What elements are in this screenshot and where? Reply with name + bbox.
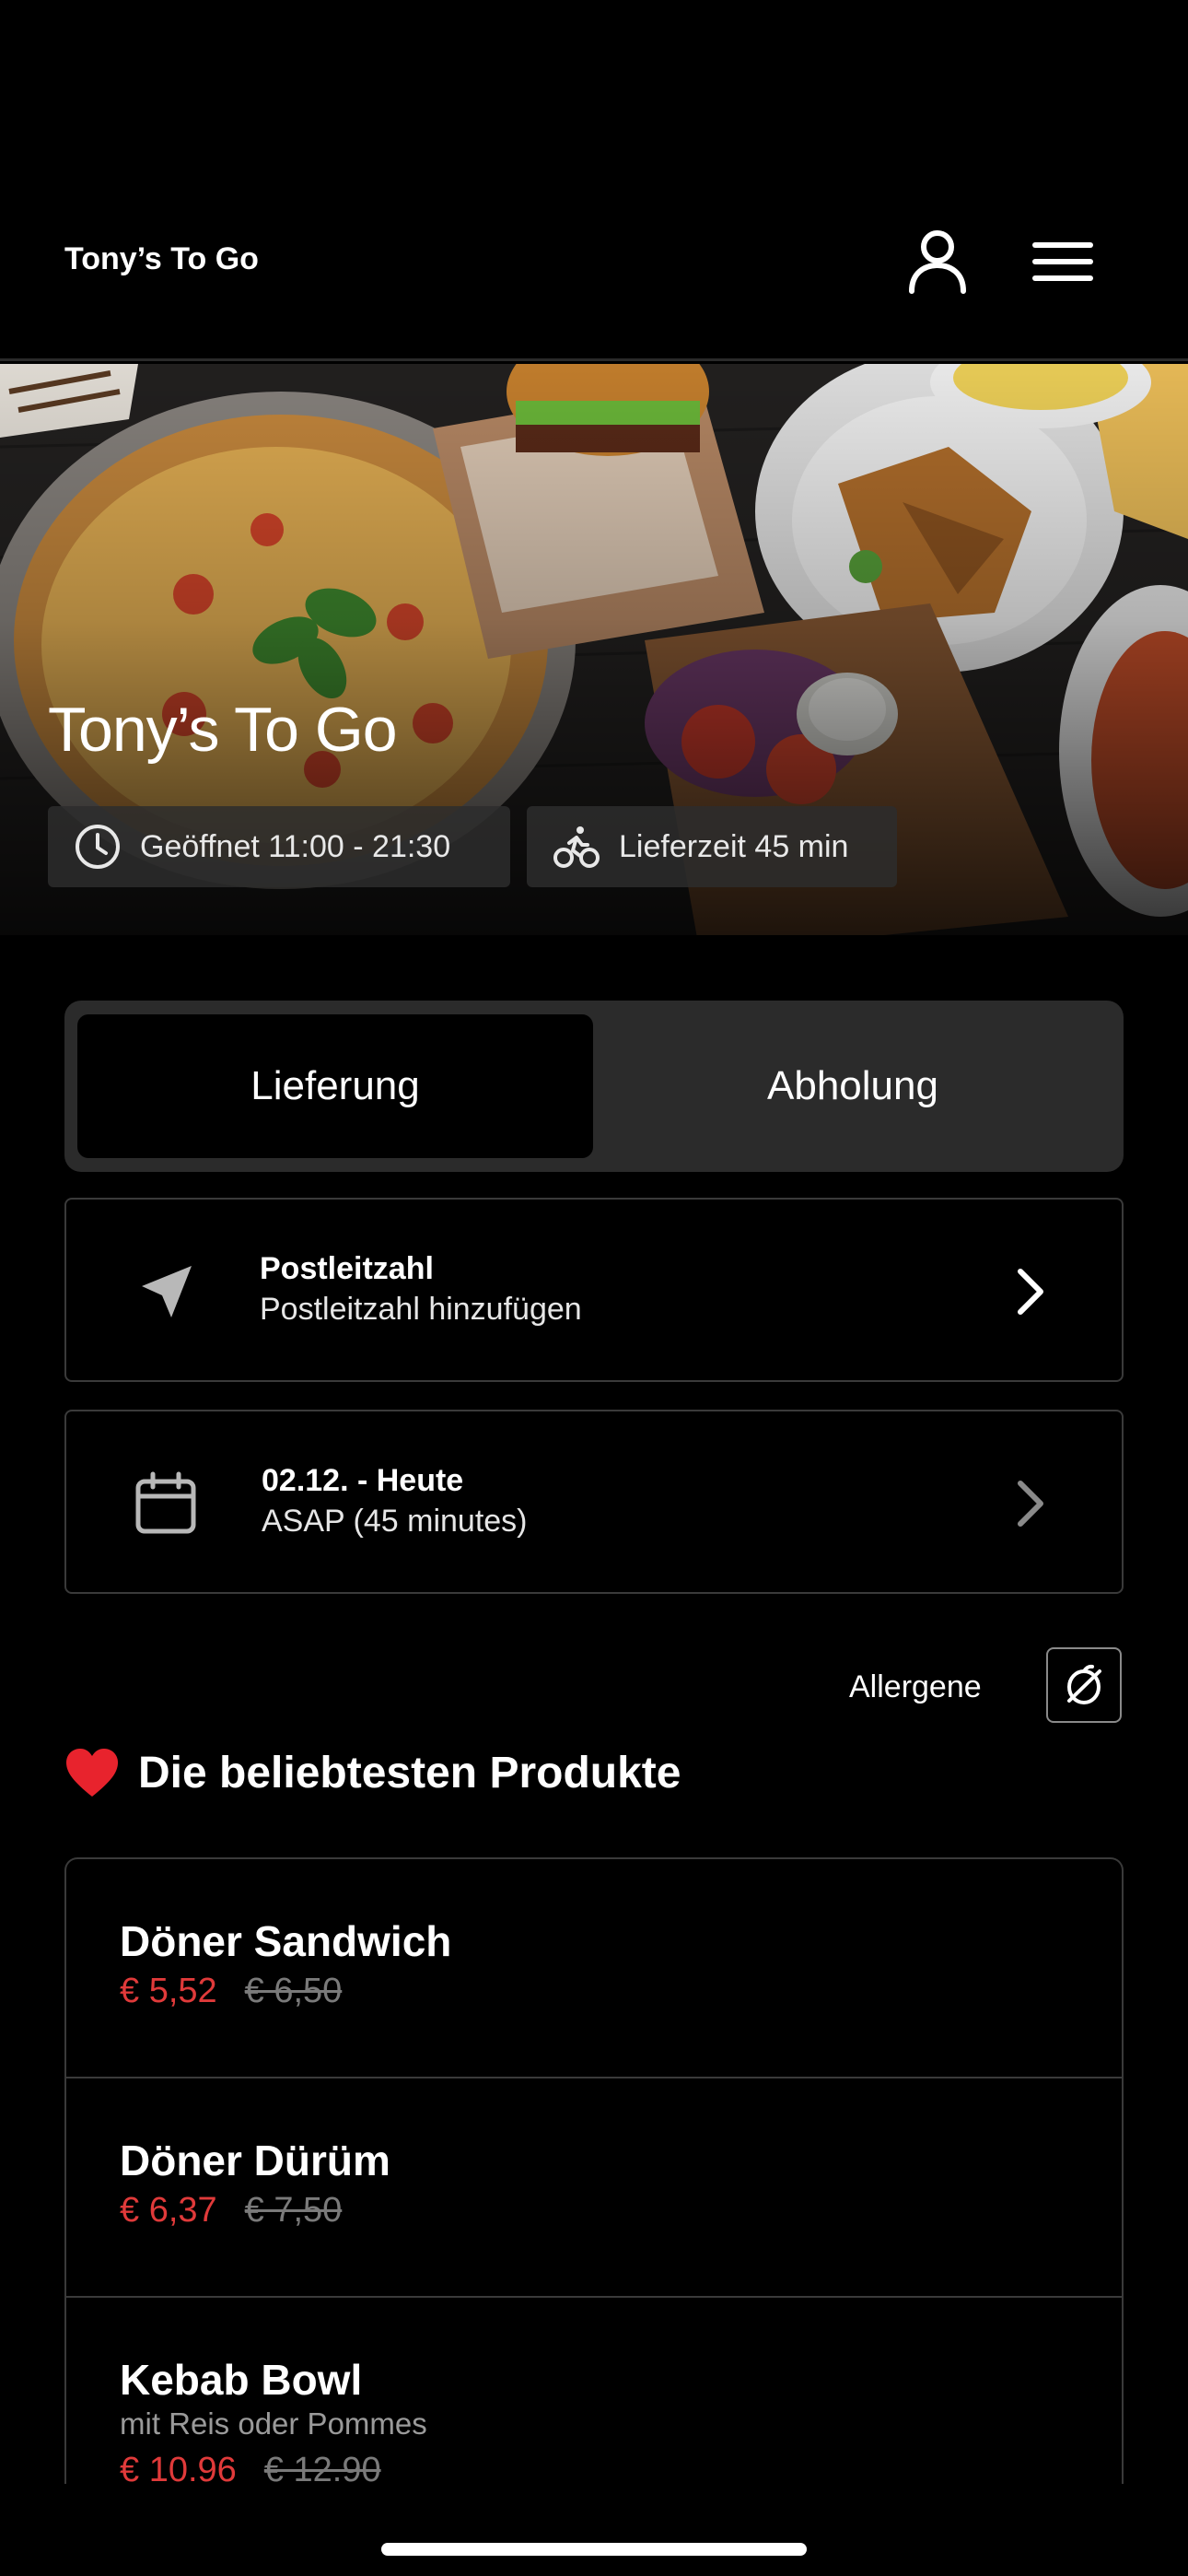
product-price: € 6,37 [120, 2191, 217, 2230]
delivery-time-selector[interactable]: 02.12. - Heute ASAP (45 minutes) [64, 1410, 1124, 1594]
home-indicator [381, 2543, 807, 2556]
product-price: € 5,52 [120, 1972, 217, 2010]
delivery-time-text: Lieferzeit 45 min [619, 828, 849, 864]
chevron-right-icon [1018, 1269, 1043, 1315]
app-header: Tony’s To Go [0, 0, 1188, 361]
tab-delivery[interactable]: Lieferung [77, 1014, 593, 1158]
tab-pickup[interactable]: Abholung [595, 1014, 1111, 1158]
opening-hours-text: Geöffnet 11:00 - 21:30 [140, 828, 451, 864]
opening-hours-badge: Geöffnet 11:00 - 21:30 [48, 806, 510, 887]
product-prices: € 6,37 € 7,50 [120, 2191, 342, 2231]
brand-name: Tony’s To Go [64, 241, 259, 276]
product-prices: € 5,52 € 6,50 [120, 1972, 342, 2011]
location-arrow-icon [142, 1266, 192, 1317]
product-item[interactable]: Kebab Bowl mit Reis oder Pommes € 10.96 €… [66, 2298, 1122, 2484]
order-mode-toggle: Lieferung Abholung [64, 1001, 1124, 1172]
postal-code-subtitle: Postleitzahl hinzufügen [260, 1292, 582, 1327]
product-name: Kebab Bowl [120, 2356, 363, 2404]
date-subtitle: ASAP (45 minutes) [262, 1504, 528, 1539]
postal-code-title: Postleitzahl [260, 1251, 434, 1286]
product-item[interactable]: Döner Dürüm € 6,37 € 7,50 [66, 2078, 1122, 2298]
allergens-button[interactable] [1046, 1647, 1122, 1723]
product-description: mit Reis oder Pommes [120, 2406, 427, 2441]
heart-icon [66, 1749, 118, 1797]
delivery-time-badge: Lieferzeit 45 min [527, 806, 897, 887]
product-prices: € 10.96 € 12.90 [120, 2451, 381, 2484]
clock-icon [76, 825, 120, 869]
popular-products-heading: Die beliebtesten Produkte [64, 1747, 681, 1798]
restaurant-title: Tony’s To Go [48, 695, 398, 765]
account-button[interactable] [901, 225, 974, 299]
hamburger-menu-icon [1032, 242, 1093, 281]
product-item[interactable]: Döner Sandwich € 5,52 € 6,50 [66, 1859, 1122, 2078]
postal-code-selector[interactable]: Postleitzahl Postleitzahl hinzufügen [64, 1198, 1124, 1382]
product-old-price: € 12.90 [263, 2451, 381, 2484]
restaurant-hero: Tony’s To Go Geöffnet 11:00 - 21:30 Lief… [0, 364, 1188, 935]
popular-products-title: Die beliebtesten Produkte [138, 1748, 681, 1797]
chevron-right-icon [1018, 1481, 1043, 1527]
product-name: Döner Sandwich [120, 1917, 452, 1965]
product-list: Döner Sandwich € 5,52 € 6,50 Döner Dürüm … [64, 1857, 1124, 2484]
allergens-label: Allergene [849, 1669, 982, 1704]
product-price: € 10.96 [120, 2451, 237, 2484]
bicycle-icon [553, 826, 600, 868]
date-title: 02.12. - Heute [262, 1463, 464, 1498]
user-icon [909, 230, 966, 294]
allergen-filter-icon [1067, 1664, 1101, 1704]
product-name: Döner Dürüm [120, 2137, 390, 2184]
product-old-price: € 6,50 [244, 1972, 343, 2010]
product-old-price: € 7,50 [244, 2191, 343, 2230]
menu-button[interactable] [1028, 230, 1101, 295]
calendar-icon [135, 1471, 196, 1534]
